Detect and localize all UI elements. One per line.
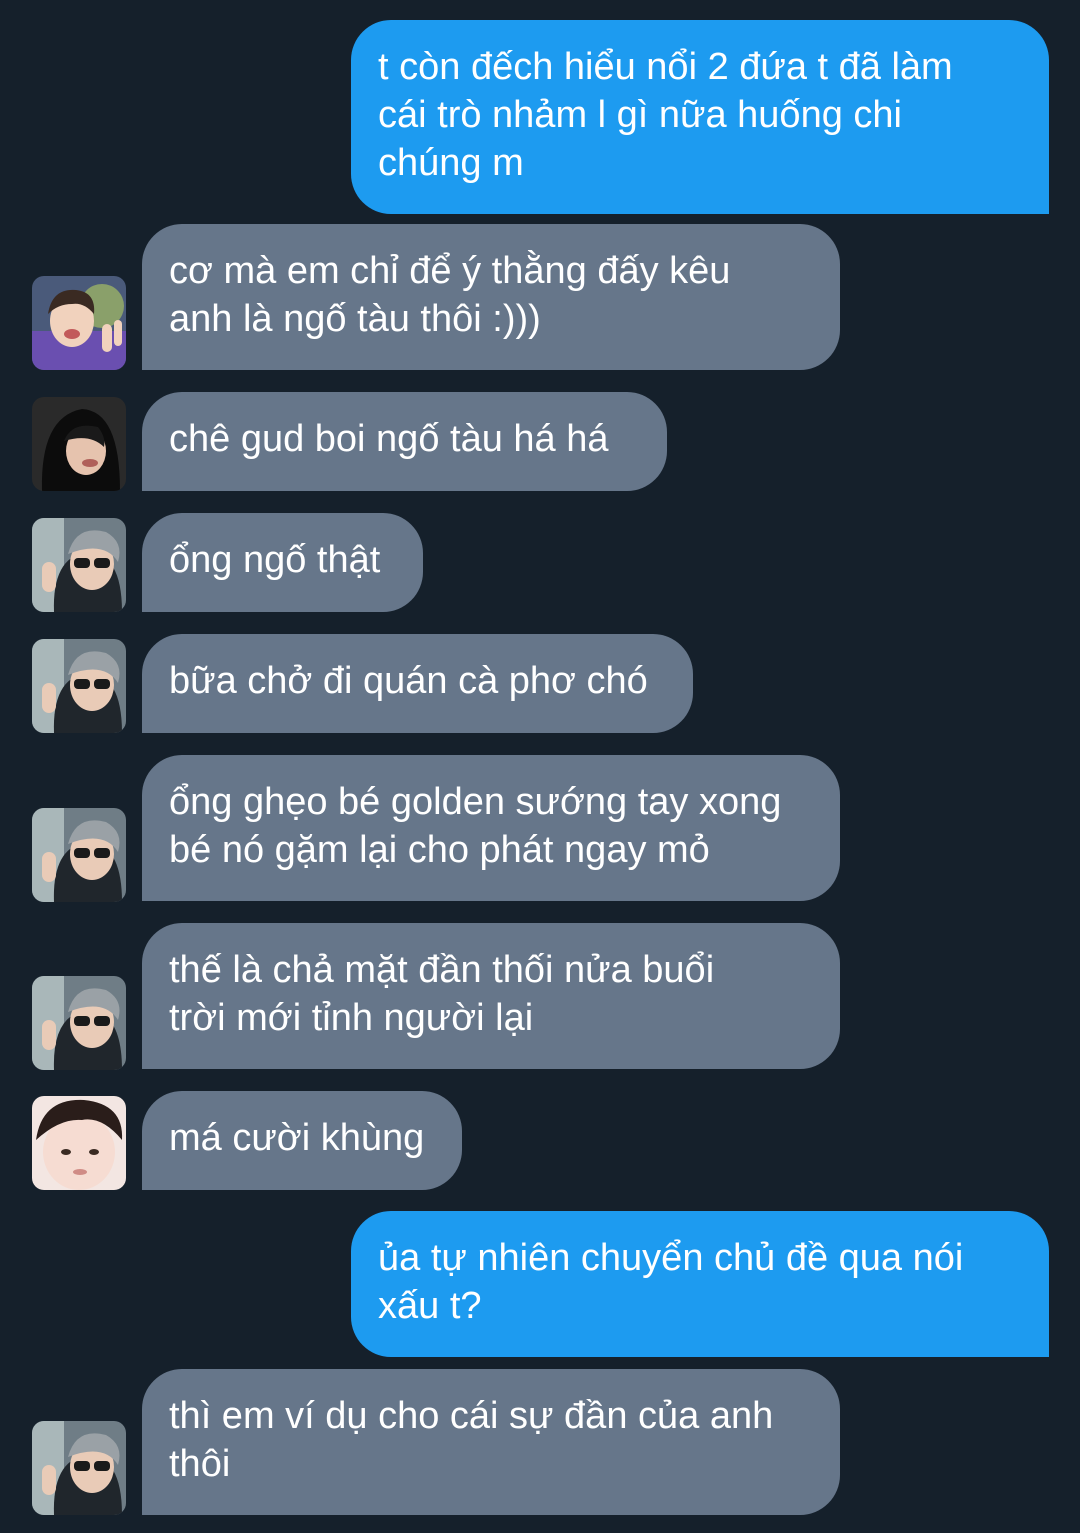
avatar-boy-sunglasses-icon (32, 808, 126, 902)
avatar[interactable] (32, 518, 126, 612)
message-bubble-incoming[interactable]: thì em ví dụ cho cái sự đần của anh thôi (142, 1369, 840, 1515)
message-bubble-outgoing[interactable]: ủa tự nhiên chuyển chủ đề qua nói xấu t? (351, 1211, 1049, 1357)
message-bubble-incoming[interactable]: bữa chở đi quán cà phơ chó (142, 634, 693, 733)
message-bubble-incoming[interactable]: chê gud boi ngố tàu há há (142, 392, 667, 491)
avatar-boy-close-up-icon (32, 1096, 126, 1190)
message-bubble-incoming[interactable]: ổng ngố thật (142, 513, 423, 612)
avatar-boy-peace-sign-icon (32, 276, 126, 370)
avatar[interactable] (32, 1421, 126, 1515)
avatar-boy-sunglasses-icon (32, 639, 126, 733)
avatar-boy-sunglasses-icon (32, 976, 126, 1070)
avatar[interactable] (32, 397, 126, 491)
avatar[interactable] (32, 1096, 126, 1190)
avatar-boy-sunglasses-icon (32, 1421, 126, 1515)
message-bubble-incoming[interactable]: má cười khùng (142, 1091, 462, 1190)
message-bubble-outgoing[interactable]: t còn đếch hiểu nổi 2 đứa t đã làm cái t… (351, 20, 1049, 214)
avatar-boy-sunglasses-icon (32, 518, 126, 612)
message-bubble-incoming[interactable]: cơ mà em chỉ để ý thằng đấy kêu anh là n… (142, 224, 840, 370)
message-bubble-incoming[interactable]: ổng ghẹo bé golden sướng tay xong bé nó … (142, 755, 840, 901)
avatar[interactable] (32, 639, 126, 733)
message-bubble-incoming[interactable]: thế là chả mặt đần thối nửa buổi trời mớ… (142, 923, 840, 1069)
avatar[interactable] (32, 808, 126, 902)
avatar[interactable] (32, 976, 126, 1070)
avatar[interactable] (32, 276, 126, 370)
chat-screen: { "messages": [ {"side": "out", "text": … (0, 0, 1080, 1533)
avatar-boy-black-hoodie-icon (32, 397, 126, 491)
